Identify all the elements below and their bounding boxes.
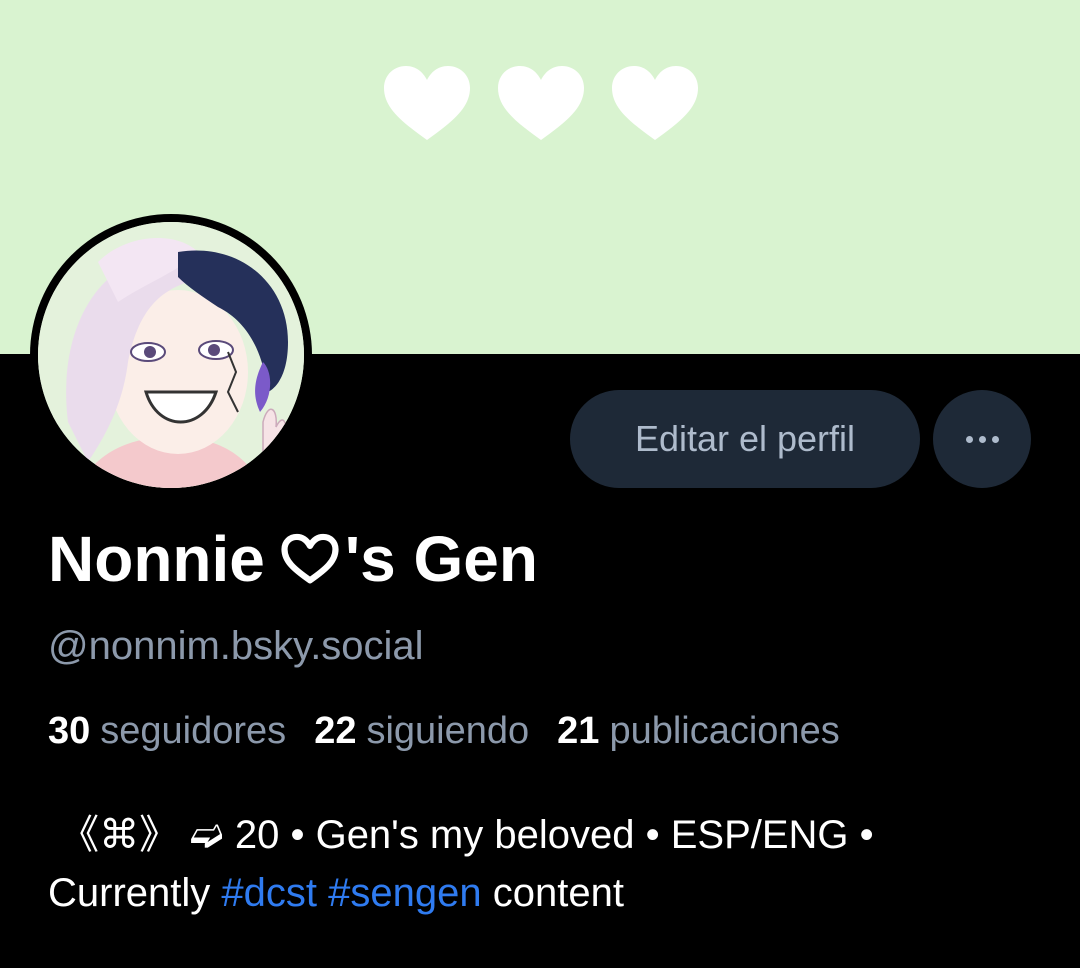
user-handle: @nonnim.bsky.social: [48, 624, 424, 668]
bio-text: Currently: [48, 871, 222, 915]
followers-label: seguidores: [100, 710, 287, 752]
profile-page: Editar el perfil Nonnie 's Gen @nonnim.b…: [0, 0, 1080, 968]
hashtag-link-dcst[interactable]: #dcst: [221, 871, 317, 915]
followers-stat[interactable]: 30 seguidores: [48, 710, 286, 753]
bio-text: content: [481, 871, 624, 915]
more-options-button[interactable]: [933, 390, 1031, 488]
profile-stats: 30 seguidores 22 siguiendo 21 publicaciones: [48, 710, 840, 753]
hashtag-link-sengen[interactable]: #sengen: [328, 871, 481, 915]
bio-line-2: Currently #dcst #sengen content: [48, 864, 1048, 922]
following-count: 22: [314, 710, 357, 752]
ellipsis-icon: [963, 435, 1002, 443]
profile-bio: 《⌘》 ➫ 20 • Gen's my beloved • ESP/ENG • …: [48, 806, 1048, 922]
banner-hearts: [382, 64, 700, 142]
heart-icon: [384, 66, 470, 140]
edit-profile-label: Editar el perfil: [634, 418, 856, 459]
posts-stat: 21 publicaciones: [557, 710, 840, 753]
avatar-image: [38, 222, 304, 488]
following-stat[interactable]: 22 siguiendo: [314, 710, 529, 753]
display-name-part2: 's Gen: [344, 523, 538, 595]
display-name-part1: Nonnie: [48, 523, 265, 595]
heart-icon: [612, 66, 698, 140]
followers-count: 30: [48, 710, 91, 752]
display-name: Nonnie 's Gen: [48, 522, 538, 596]
edit-profile-button[interactable]: Editar el perfil: [570, 390, 920, 488]
posts-count: 21: [557, 710, 600, 752]
following-label: siguiendo: [366, 710, 530, 752]
posts-label: publicaciones: [609, 710, 840, 752]
bio-line-1: 《⌘》 ➫ 20 • Gen's my beloved • ESP/ENG •: [48, 813, 874, 857]
heart-outline-icon: [281, 533, 339, 584]
avatar[interactable]: [30, 214, 312, 496]
heart-icon: [498, 66, 584, 140]
